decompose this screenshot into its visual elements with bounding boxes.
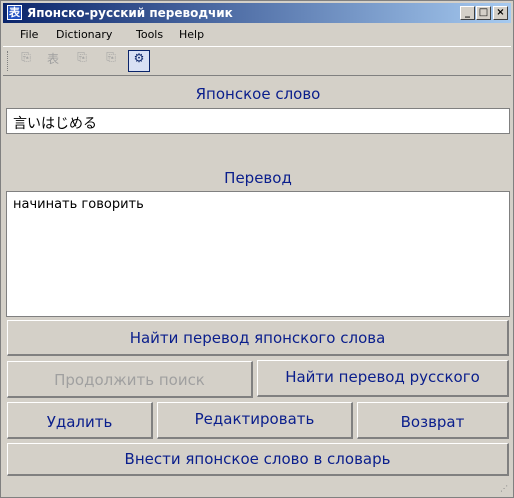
menu-bar: File Dictionary Tools Help bbox=[3, 24, 511, 44]
window-title: Японско-русский переводчик bbox=[27, 6, 233, 20]
app-icon: 表 bbox=[7, 5, 22, 20]
close-button[interactable]: × bbox=[493, 6, 508, 20]
find-russian-button[interactable]: Найти перевод русского bbox=[257, 360, 509, 397]
delete-button[interactable]: Удалить bbox=[7, 402, 153, 439]
japanese-word-input[interactable]: 言いはじめる bbox=[6, 108, 510, 134]
main-window: 表 Японско-русский переводчик _ □ × File … bbox=[0, 0, 514, 498]
menu-dictionary[interactable]: Dictionary bbox=[56, 28, 112, 41]
toolbar-copy-icon[interactable]: ⎘ bbox=[15, 50, 37, 72]
edit-button[interactable]: Редактировать bbox=[157, 402, 353, 439]
menu-tools[interactable]: Tools bbox=[136, 28, 163, 41]
resize-grip-icon[interactable]: ⋰ bbox=[500, 484, 510, 494]
find-japanese-button[interactable]: Найти перевод японского слова bbox=[7, 320, 509, 356]
toolbar-grip[interactable] bbox=[7, 51, 11, 71]
menu-help[interactable]: Help bbox=[179, 28, 204, 41]
title-bar[interactable]: 表 Японско-русский переводчик _ □ × bbox=[3, 3, 511, 23]
menu-file[interactable]: File bbox=[20, 28, 38, 41]
toolbar-clip-icon[interactable]: ⎘ bbox=[100, 50, 122, 72]
toolbar-paste-icon[interactable]: ⎘ bbox=[71, 50, 93, 72]
translation-text-area[interactable]: начинать говорить bbox=[6, 191, 510, 317]
toolbar-settings-icon[interactable]: ⚙ bbox=[128, 50, 150, 72]
toolbar-kanji-icon[interactable]: 表 bbox=[42, 50, 64, 72]
translation-label: Перевод bbox=[224, 169, 292, 187]
continue-search-button[interactable]: Продолжить поиск bbox=[7, 361, 253, 398]
add-to-dictionary-button[interactable]: Внести японское слово в словарь bbox=[7, 443, 509, 476]
minimize-button[interactable]: _ bbox=[460, 6, 475, 20]
back-button[interactable]: Возврат bbox=[357, 402, 509, 439]
toolbar: ⎘ 表 ⎘ ⎘ ⚙ bbox=[3, 46, 511, 76]
japanese-word-label: Японское слово bbox=[195, 85, 321, 103]
maximize-button[interactable]: □ bbox=[476, 6, 491, 20]
